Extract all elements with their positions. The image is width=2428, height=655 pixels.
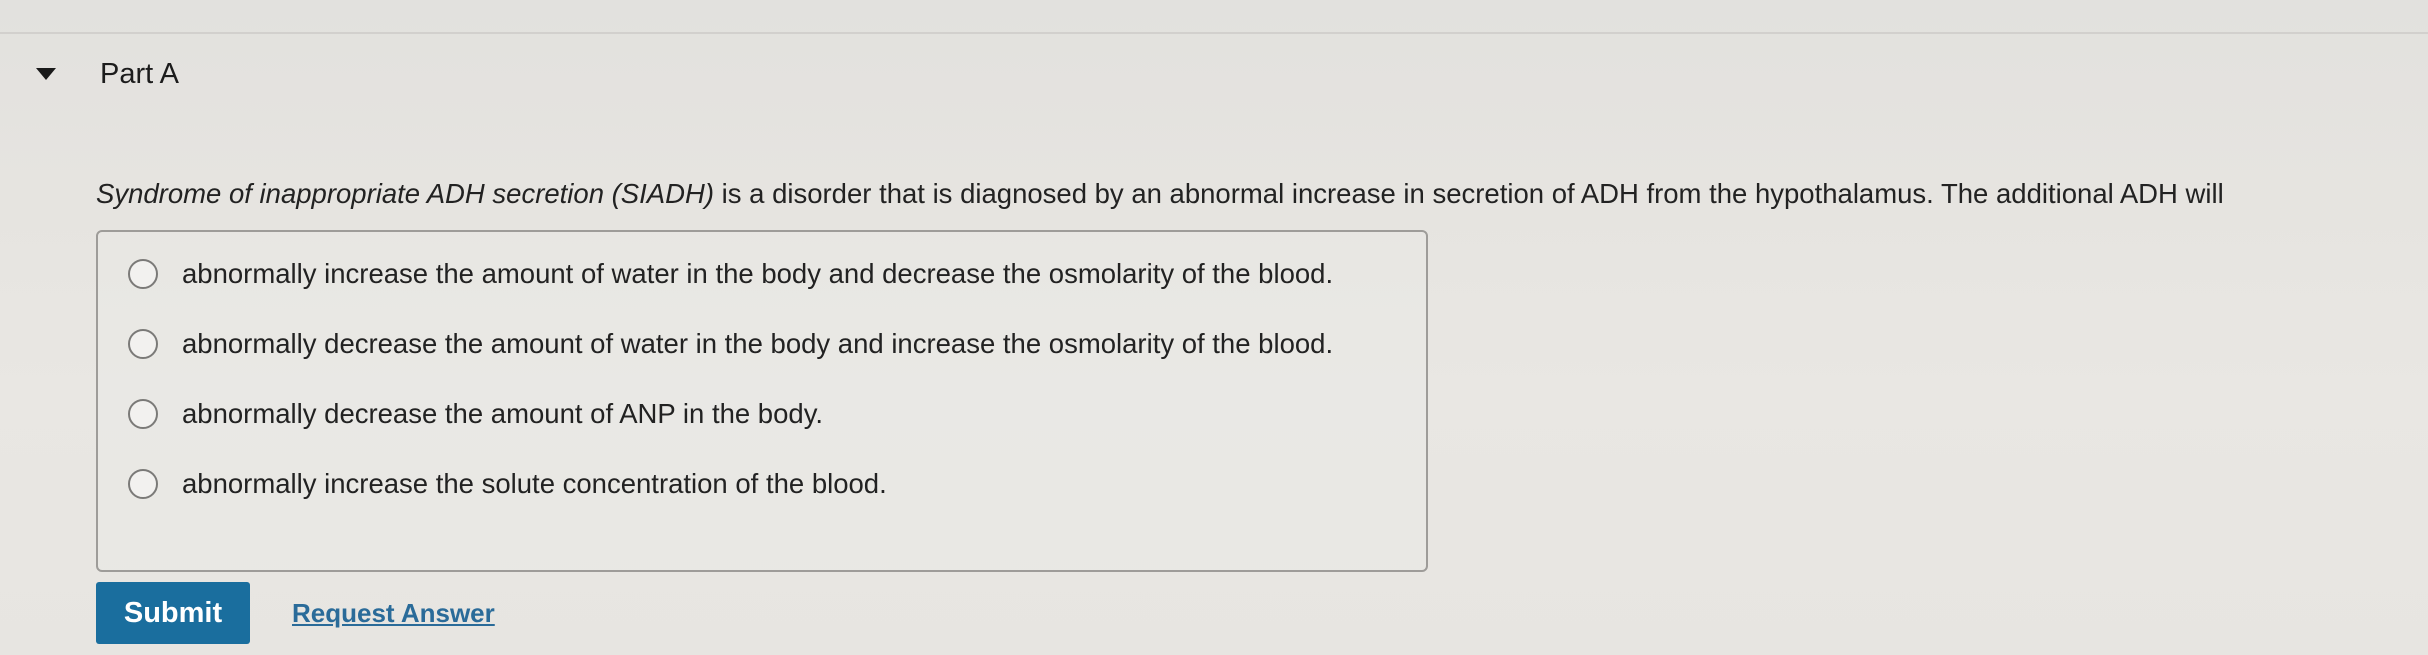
option-3[interactable]: abnormally decrease the amount of ANP in… xyxy=(128,394,823,434)
question-term: Syndrome of inappropriate ADH secretion … xyxy=(96,178,714,209)
top-divider xyxy=(0,32,2428,34)
option-4[interactable]: abnormally increase the solute concentra… xyxy=(128,464,887,504)
option-2[interactable]: abnormally decrease the amount of water … xyxy=(128,324,1333,364)
page: Part A Syndrome of inappropriate ADH sec… xyxy=(0,0,2428,655)
question-text: Syndrome of inappropriate ADH secretion … xyxy=(96,174,2224,214)
option-label[interactable]: abnormally decrease the amount of water … xyxy=(182,324,1333,364)
part-header[interactable]: Part A xyxy=(36,54,179,94)
option-label[interactable]: abnormally decrease the amount of ANP in… xyxy=(182,394,823,434)
answer-options: abnormally increase the amount of water … xyxy=(96,230,1428,572)
submit-button[interactable]: Submit xyxy=(96,582,250,644)
radio-button[interactable] xyxy=(128,469,158,499)
question-body: is a disorder that is diagnosed by an ab… xyxy=(714,178,2224,209)
radio-button[interactable] xyxy=(128,259,158,289)
option-label[interactable]: abnormally increase the amount of water … xyxy=(182,254,1333,294)
actions-bar: Submit Request Answer xyxy=(96,582,495,644)
option-1[interactable]: abnormally increase the amount of water … xyxy=(128,254,1333,294)
part-title[interactable]: Part A xyxy=(100,54,179,94)
caret-down-icon[interactable] xyxy=(36,68,56,80)
option-label[interactable]: abnormally increase the solute concentra… xyxy=(182,464,887,504)
radio-button[interactable] xyxy=(128,399,158,429)
request-answer-link[interactable]: Request Answer xyxy=(292,598,495,629)
radio-button[interactable] xyxy=(128,329,158,359)
